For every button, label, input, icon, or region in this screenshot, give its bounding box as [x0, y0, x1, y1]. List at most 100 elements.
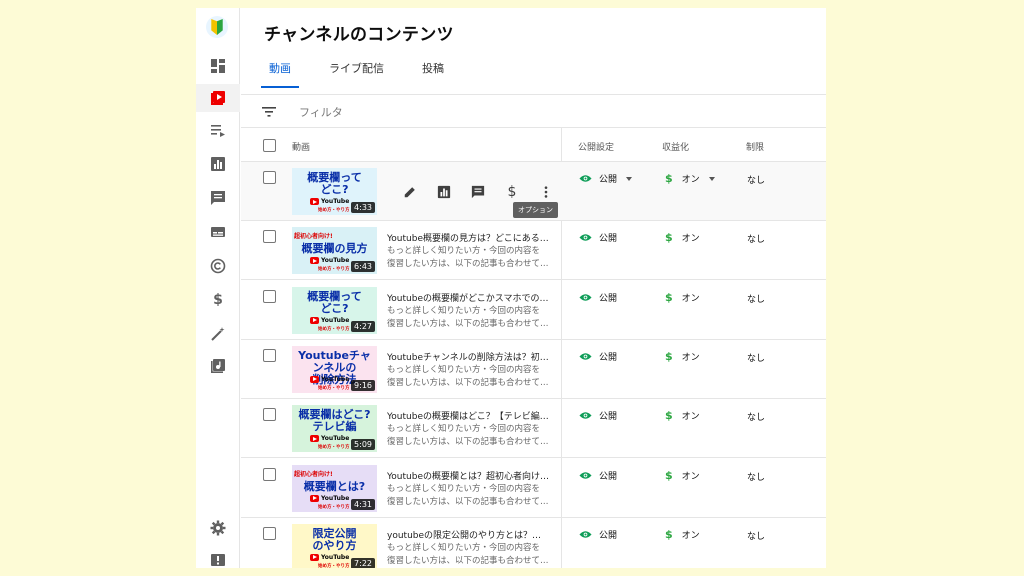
video-description-line1: もっと詳しく知りたい方・今回の内容を: [387, 483, 541, 494]
thumbnail-line2: どこ?: [320, 301, 349, 315]
settings-icon[interactable]: [206, 516, 230, 540]
analytics-icon[interactable]: [206, 152, 230, 176]
monetization-value: オン: [681, 175, 700, 185]
video-description: もっと詳しく知りたい方・今回の内容を 復習したい方は、以下の記事も合わせて…: [387, 364, 549, 390]
thumbnail-line2: のやり方: [312, 538, 357, 552]
youtube-play-icon: [310, 198, 319, 205]
tab-live[interactable]: ライブ配信: [317, 60, 396, 94]
monetization-cell: $ オン: [665, 350, 700, 363]
video-thumbnail[interactable]: 超初心者向け! 概要欄とは? YouTube 始め方・やり方 4:31: [292, 464, 377, 512]
video-title[interactable]: youtubeの限定公開のやり方とは？方…: [387, 528, 549, 541]
video-thumbnail[interactable]: 限定公開 のやり方 YouTube 始め方・やり方 7:22: [292, 523, 377, 568]
filter-icon[interactable]: [261, 105, 277, 119]
row-checkbox[interactable]: [263, 526, 276, 540]
video-title[interactable]: Youtubeの概要欄はどこ？【テレビ編…: [387, 409, 549, 422]
video-description-line2: 復習したい方は、以下の記事も合わせて…: [387, 437, 549, 448]
thumbnail-line2: どこ?: [320, 183, 349, 196]
video-thumbnail[interactable]: 概要欄って どこ? YouTube 始め方・やり方 4:27: [292, 286, 377, 334]
youtube-logo-text: YouTube: [321, 435, 350, 443]
video-thumbnail[interactable]: Youtubeチャンネルの 削除方法 YouTube 始め方・やり方 9:16: [292, 345, 377, 393]
video-duration: 6:43: [351, 261, 375, 273]
row-checkbox[interactable]: [263, 408, 276, 422]
eye-icon: [579, 234, 592, 242]
visibility-cell: 公開: [579, 350, 617, 363]
youtube-logo-text: YouTube: [321, 257, 350, 265]
row-checkbox[interactable]: [263, 171, 276, 184]
comments-icon[interactable]: [206, 186, 230, 210]
row-actions: $: [393, 184, 563, 200]
monetization-cell: $ オン: [665, 231, 700, 244]
monetization-value: オン: [681, 471, 700, 482]
video-title[interactable]: Youtubeチャンネルの削除方法は？初…: [387, 350, 549, 363]
analytics-icon[interactable]: [427, 184, 461, 200]
video-thumbnail[interactable]: 概要欄はどこ? テレビ編 YouTube 始め方・やり方 5:09: [292, 405, 377, 453]
column-restrictions[interactable]: 制限: [746, 140, 764, 153]
visibility-dropdown-icon[interactable]: [626, 176, 633, 181]
copyright-icon[interactable]: [206, 254, 230, 278]
restrictions-value: なし: [747, 353, 766, 364]
video-title[interactable]: Youtubeの概要欄とは？超初心者向け…: [387, 469, 549, 482]
table-row[interactable]: Youtubeチャンネルの 削除方法 YouTube 始め方・やり方 9:16 Y…: [241, 340, 826, 399]
restrictions-value: なし: [747, 235, 766, 246]
select-all-checkbox[interactable]: [263, 139, 276, 152]
table-row[interactable]: 超初心者向け! 概要欄の見方 YouTube 始め方・やり方 6:43 Youtu…: [241, 221, 826, 281]
audio-library-icon[interactable]: [206, 354, 230, 378]
tab-bar: 動画 ライブ配信 投稿: [257, 60, 470, 94]
monetization-value: オン: [681, 293, 700, 304]
row-checkbox[interactable]: [263, 289, 276, 303]
video-duration: 4:33: [351, 202, 375, 213]
eye-icon: [579, 471, 592, 479]
table-row[interactable]: 限定公開 のやり方 YouTube 始め方・やり方 7:22 youtubeの限定…: [241, 518, 826, 568]
row-checkbox[interactable]: [263, 230, 276, 244]
dollar-icon: $: [665, 231, 673, 245]
customization-icon[interactable]: [206, 322, 230, 346]
restrictions-value: なし: [747, 531, 766, 542]
tab-videos[interactable]: 動画: [257, 60, 303, 94]
youtube-logo: YouTube: [310, 553, 350, 561]
more-options-icon[interactable]: [529, 184, 563, 200]
tab-posts[interactable]: 投稿: [410, 60, 456, 94]
youtube-logo-text: YouTube: [321, 553, 350, 561]
feedback-icon[interactable]: [206, 548, 230, 568]
video-title[interactable]: Youtubeの概要欄がどこかスマホでの…: [387, 291, 549, 304]
table-row[interactable]: 概要欄って どこ? YouTube 始め方・やり方 4:27 Youtubeの概要…: [241, 281, 826, 340]
monetization-value: オン: [681, 234, 700, 245]
youtube-logo: YouTube: [310, 375, 350, 383]
column-visibility[interactable]: 公開設定: [578, 140, 614, 153]
video-title[interactable]: Youtube概要欄の見方は？どこにある…: [387, 231, 549, 244]
row-checkbox[interactable]: [263, 467, 276, 481]
eye-icon: [579, 531, 592, 538]
subtitles-icon[interactable]: [206, 220, 230, 244]
edit-icon[interactable]: [393, 184, 427, 200]
earn-icon[interactable]: $: [206, 288, 230, 312]
monetization-cell: $ オン: [665, 469, 700, 482]
youtube-logo-text: YouTube: [321, 375, 350, 383]
youtube-logo-text: YouTube: [321, 316, 350, 324]
dollar-icon: $: [665, 527, 673, 541]
content-icon[interactable]: [196, 84, 240, 112]
visibility-value: 公開: [599, 352, 618, 363]
visibility-cell: 公開: [579, 528, 617, 541]
filter-input[interactable]: フィルタ: [299, 104, 343, 120]
table-row[interactable]: 概要欄はどこ? テレビ編 YouTube 始め方・やり方 5:09 Youtube…: [241, 399, 826, 459]
dashboard-icon[interactable]: [206, 54, 230, 78]
eye-icon: [579, 412, 592, 419]
playlists-icon[interactable]: [206, 118, 230, 142]
video-description-line1: もっと詳しく知りたい方・今回の内容を: [387, 424, 541, 435]
thumbnail-line1: Youtubeチャンネルの: [298, 348, 371, 374]
table-row[interactable]: 超初心者向け! 概要欄とは? YouTube 始め方・やり方 4:31 Youtu…: [241, 459, 826, 518]
video-description-line2: 復習したい方は、以下の記事も合わせて…: [387, 259, 549, 270]
row-checkbox[interactable]: [263, 348, 276, 362]
video-thumbnail[interactable]: 概要欄って どこ? YouTube 始め方・やり方 4:33: [292, 168, 377, 215]
video-thumbnail[interactable]: 超初心者向け! 概要欄の見方 YouTube 始め方・やり方 6:43: [292, 227, 377, 275]
youtube-play-icon: [310, 375, 319, 383]
column-monetization[interactable]: 収益化: [662, 140, 689, 153]
comments-icon[interactable]: [461, 184, 495, 200]
monetization-cell: $ オン: [665, 291, 700, 304]
table-header: 動画 公開設定 収益化 制限: [241, 128, 826, 162]
channel-avatar[interactable]: [206, 16, 228, 38]
monetization-icon[interactable]: $: [495, 184, 529, 200]
monetization-dropdown-icon[interactable]: [708, 176, 715, 181]
thumbnail-subtitle: 始め方・やり方: [318, 504, 350, 510]
thumbnail-text: 超初心者向け! 概要欄とは?: [294, 469, 375, 493]
